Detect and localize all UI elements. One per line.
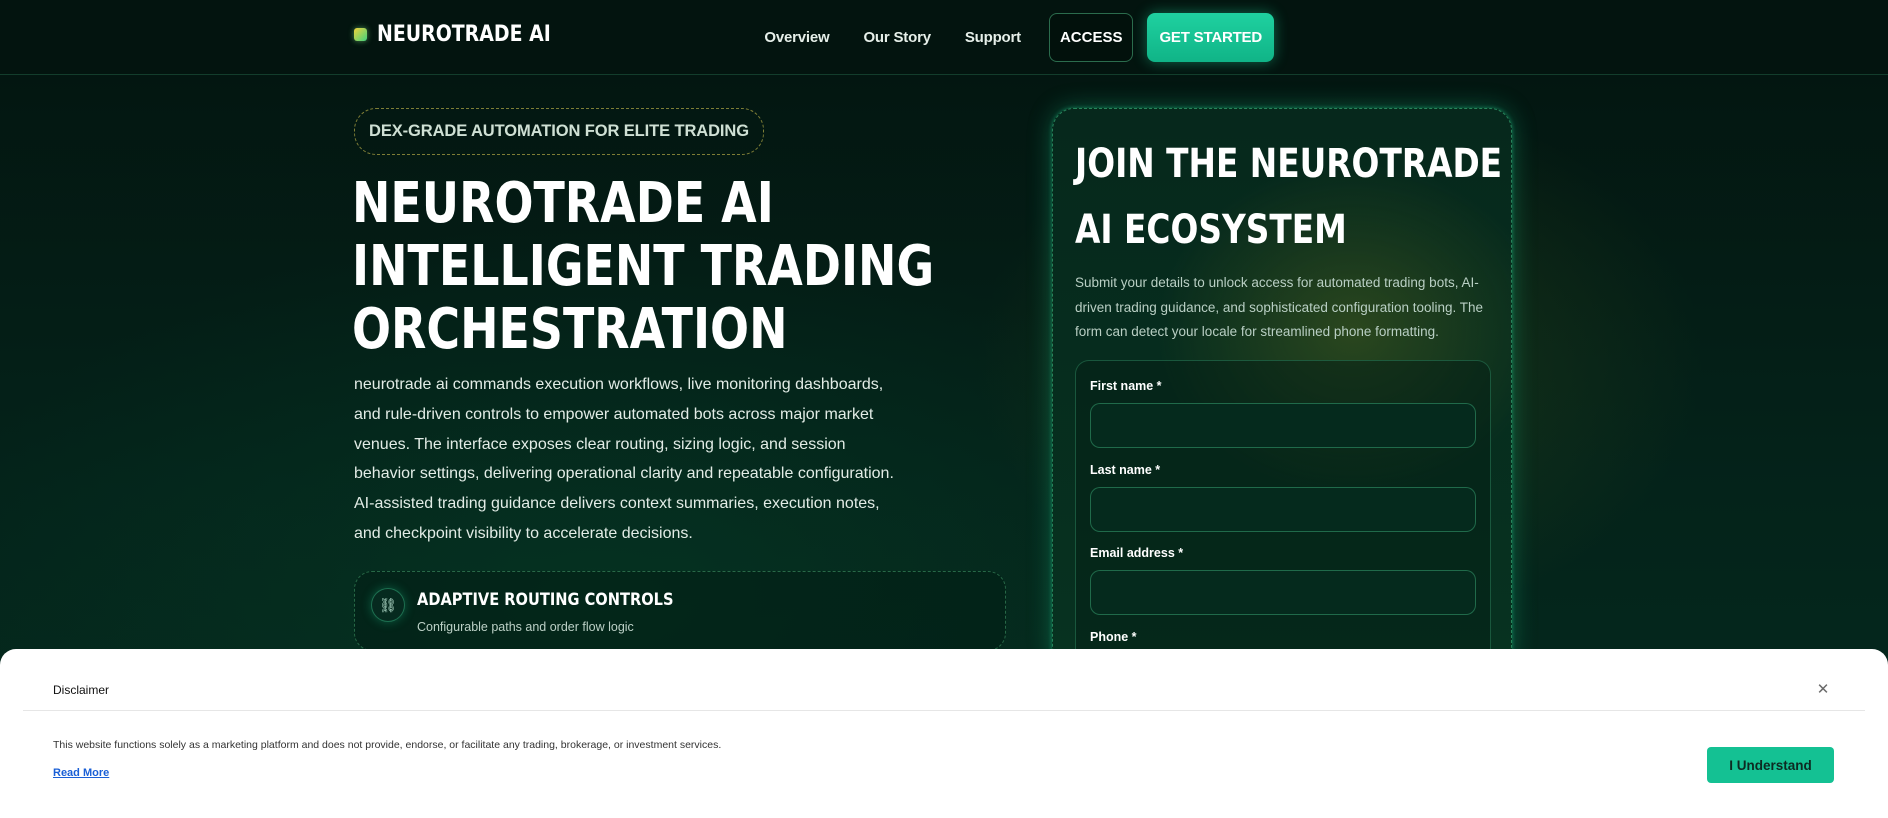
join-title-line: AI ECOSYSTEM	[1075, 207, 1347, 253]
link-icon: ⛓	[371, 588, 405, 622]
site-header: NEUROTRADE AI Overview Our Story Support…	[0, 0, 1888, 75]
feature-title: ADAPTIVE ROUTING CONTROLS	[417, 590, 674, 610]
phone-label: Phone *	[1090, 630, 1137, 644]
main-nav: Overview Our Story Support ACCESS GET ST…	[764, 13, 1274, 62]
hero-description: neurotrade ai commands execution workflo…	[354, 376, 894, 542]
page: NEUROTRADE AI Overview Our Story Support…	[0, 0, 1888, 818]
disclaimer-text: This website functions solely as a marke…	[53, 739, 722, 751]
disclaimer-banner: Disclaimer ✕ This website functions sole…	[0, 649, 1888, 818]
signup-form: First name * Last name * Email address *…	[1075, 360, 1491, 680]
access-button[interactable]: ACCESS	[1048, 13, 1134, 62]
i-understand-button[interactable]: I Understand	[1707, 747, 1834, 783]
hero-badge: DEX-GRADE AUTOMATION FOR ELITE TRADING	[354, 108, 764, 155]
hero-title-line: INTELLIGENT TRADING	[352, 234, 935, 299]
brand-logo[interactable]: NEUROTRADE AI	[354, 22, 579, 47]
hero-title-line: NEUROTRADE AI	[352, 171, 774, 236]
nav-our-story[interactable]: Our Story	[863, 29, 931, 46]
get-started-button[interactable]: GET STARTED	[1147, 13, 1274, 62]
disclaimer-title: Disclaimer	[53, 683, 110, 697]
email-label: Email address *	[1090, 546, 1184, 560]
brand-name: NEUROTRADE AI	[377, 22, 551, 47]
join-form-card: JOIN THE NEUROTRADE AI ECOSYSTEM Submit …	[1052, 108, 1512, 680]
join-title-line: JOIN THE NEUROTRADE	[1075, 141, 1503, 187]
last-name-input[interactable]	[1090, 487, 1476, 532]
disclaimer-divider	[23, 710, 1865, 711]
close-icon[interactable]: ✕	[1812, 678, 1834, 700]
feature-subtitle: Configurable paths and order flow logic	[417, 620, 634, 634]
nav-overview[interactable]: Overview	[764, 29, 829, 46]
last-name-label: Last name *	[1090, 463, 1161, 477]
join-title: JOIN THE NEUROTRADE AI ECOSYSTEM	[1075, 131, 1503, 263]
email-input[interactable]	[1090, 570, 1476, 615]
read-more-link[interactable]: Read More	[53, 767, 109, 779]
hero-title: NEUROTRADE AI INTELLIGENT TRADING ORCHES…	[352, 171, 935, 362]
join-description: Submit your details to unlock access for…	[1075, 275, 1484, 340]
feature-card-adaptive-routing: ⛓ ADAPTIVE ROUTING CONTROLS Configurable…	[354, 571, 1006, 651]
logo-icon	[354, 28, 367, 41]
hero-title-line: ORCHESTRATION	[352, 297, 788, 362]
first-name-label: First name *	[1090, 379, 1162, 393]
first-name-input[interactable]	[1090, 403, 1476, 448]
nav-support[interactable]: Support	[965, 29, 1021, 46]
